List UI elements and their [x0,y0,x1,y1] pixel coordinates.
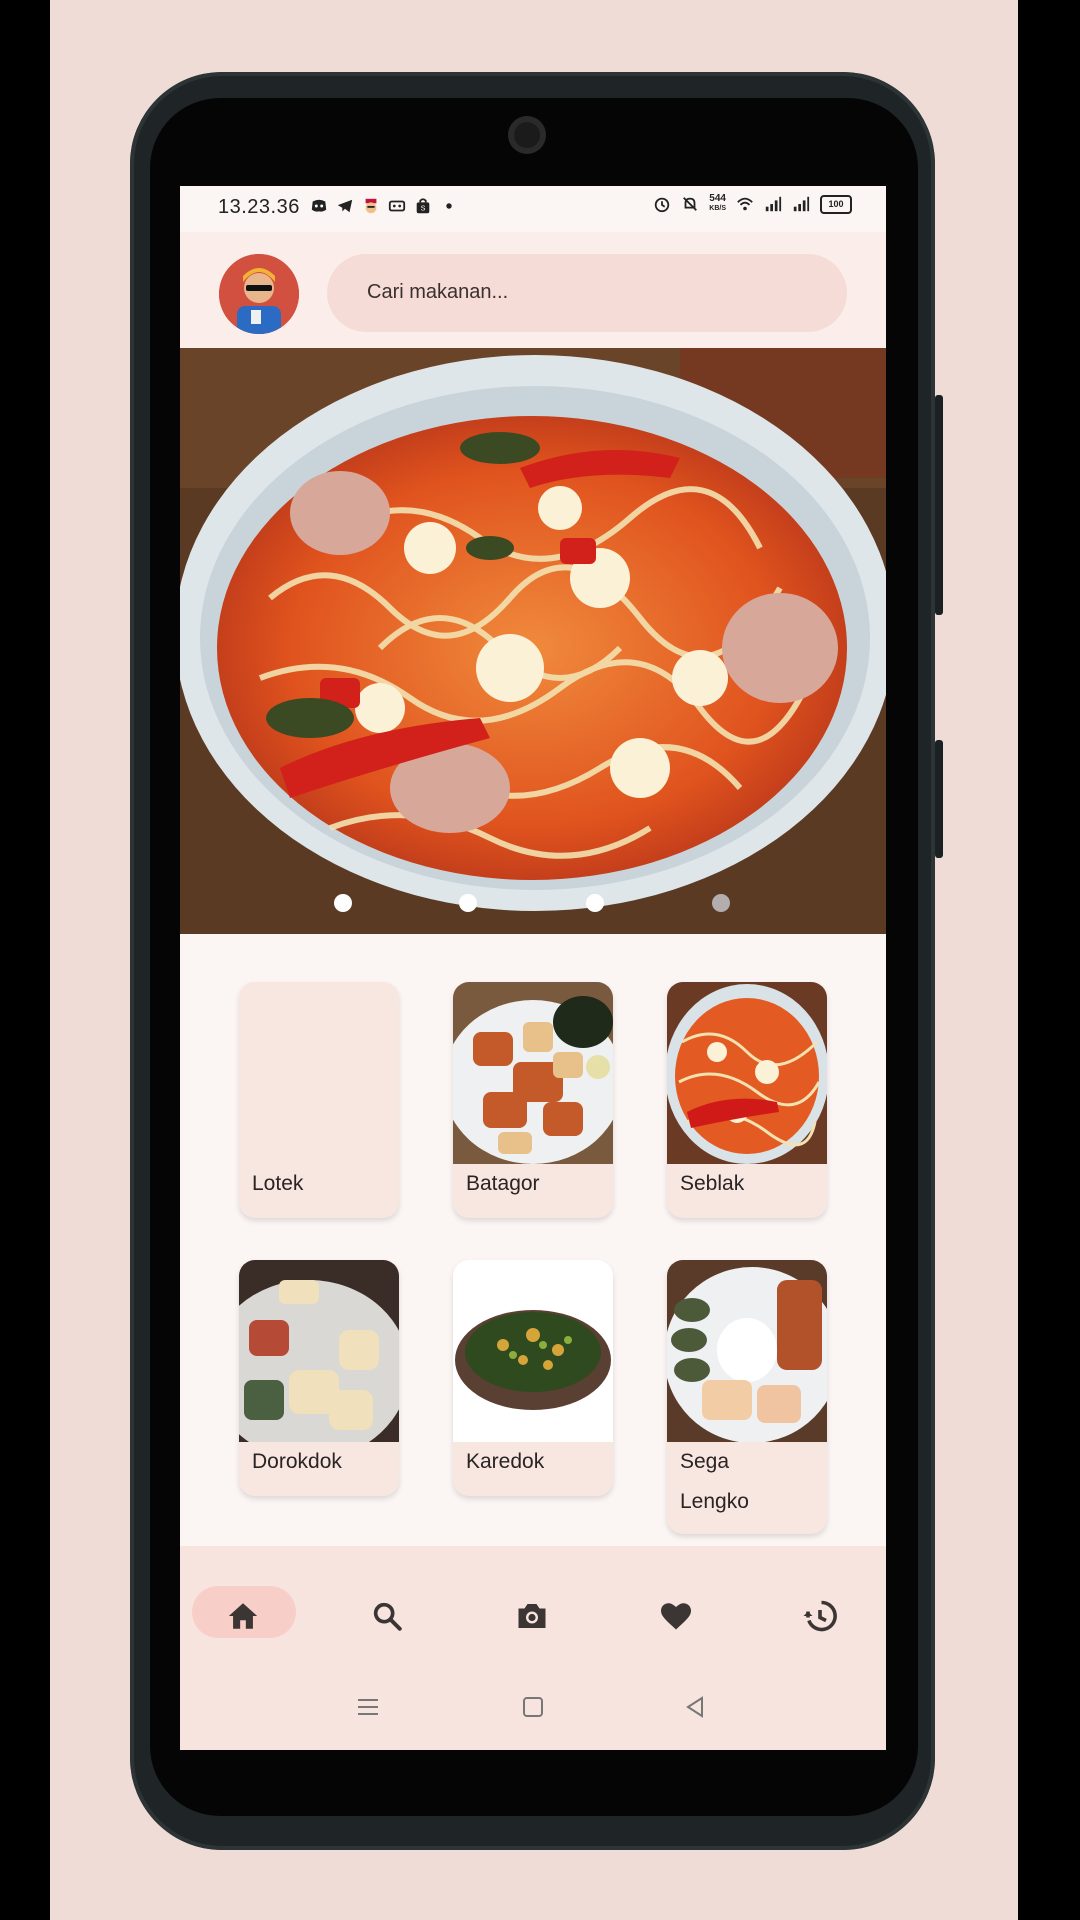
carousel-dot-1[interactable] [334,894,352,912]
status-time: 13.23.36 [218,196,300,218]
avatar[interactable] [219,254,299,334]
nav-search[interactable] [357,1586,417,1646]
food-card-batagor[interactable]: Batagor [453,982,613,1218]
search-bar[interactable]: Cari makanan... [327,254,847,332]
hero-carousel[interactable] [180,348,886,934]
telegram-icon [337,199,353,213]
camera-icon [518,1604,546,1628]
food-card-sega-lengko[interactable]: Sega Lengko [667,1260,827,1534]
karedok-image [453,1260,613,1442]
network-speed-unit: KB/S [709,205,726,212]
alarm-icon [655,197,670,213]
sega-lengko-image [667,1260,827,1442]
carousel-dot-4[interactable] [712,894,730,912]
back-icon[interactable] [683,1696,707,1718]
cassette-icon [388,200,406,212]
app-emoji-icon [365,198,377,214]
dorokdok-image [239,1260,399,1442]
signal-icon [765,196,782,212]
network-speed-value: 544 [709,193,726,204]
food-name: Lotek [252,1172,304,1195]
wifi-icon [737,197,753,211]
seblak-hero-image [180,348,886,934]
discord-icon [311,199,327,212]
power-button [935,740,943,858]
history-icon [803,1600,837,1632]
search-icon [373,1602,402,1631]
nav-history[interactable] [790,1586,850,1646]
more-notifications-icon [446,203,452,209]
network-speed: 544 KB/S [709,194,726,214]
food-name: Dorokdok [252,1450,342,1473]
food-card-seblak[interactable]: Seblak [667,982,827,1218]
home-icon [228,1603,258,1629]
carousel-dot-2[interactable] [459,894,477,912]
nav-home[interactable] [213,1586,273,1646]
battery-indicator: 100 [820,194,852,214]
front-camera [508,116,546,154]
bottom-navigation [180,1546,886,1750]
food-image-placeholder [239,982,399,1164]
search-input[interactable]: Cari makanan... [367,281,508,304]
food-name: Sega Lengko [680,1450,749,1513]
food-name: Karedok [466,1450,545,1473]
batagor-image [453,982,613,1164]
carousel-indicators [180,894,886,914]
carousel-dot-3[interactable] [586,894,604,912]
home-square-icon[interactable] [521,1696,545,1718]
heart-icon [661,1603,691,1630]
nav-favorites[interactable] [646,1586,706,1646]
food-name: Seblak [680,1172,745,1195]
signal-icon-2 [793,196,810,212]
shopping-bag-icon: S [416,198,430,214]
food-card-dorokdok[interactable]: Dorokdok [239,1260,399,1496]
nav-camera[interactable] [502,1586,562,1646]
food-card-lotek[interactable]: Lotek [239,982,399,1218]
avatar-illustration [219,254,299,334]
notification-icons: S [310,197,458,215]
seblak-image [667,982,827,1164]
food-card-karedok[interactable]: Karedok [453,1260,613,1496]
app-screen: 13.23.36 S 544 KB/S 100 Cari makanan... … [180,186,886,1750]
status-bar: 13.23.36 S 544 KB/S 100 [180,186,886,232]
system-status-icons: 544 KB/S 100 [653,194,852,214]
svg-text:S: S [421,204,426,213]
volume-button [935,395,943,615]
recents-menu-icon[interactable] [356,1696,380,1718]
mute-icon [683,197,698,211]
app-header: Cari makanan... [180,232,886,348]
food-name: Batagor [466,1172,540,1195]
